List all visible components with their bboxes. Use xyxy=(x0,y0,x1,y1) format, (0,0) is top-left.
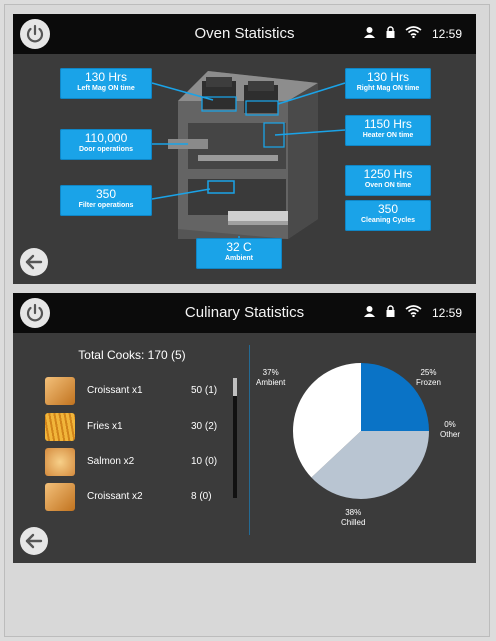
culinary-statistics-panel: Culinary Statistics 12:59 Total Cooks: 1… xyxy=(13,293,476,563)
right-mag-label: Right Mag ON time xyxy=(356,85,420,92)
cleaning-cycles-label: Cleaning Cycles xyxy=(360,217,416,224)
salmon-thumbnail xyxy=(45,448,75,476)
filter-operations-value: 350 xyxy=(95,187,117,201)
frozen-category: Frozen xyxy=(416,378,441,387)
pie-label-frozen: 25% Frozen xyxy=(416,368,441,388)
clock: 12:59 xyxy=(431,305,462,320)
frozen-percent: 25% xyxy=(420,368,437,377)
ambient-category: Ambient xyxy=(256,378,286,387)
other-percent: 0% xyxy=(444,420,456,429)
item-name: Croissant x2 xyxy=(87,491,143,502)
pie-label-chilled: 38% Chilled xyxy=(341,508,365,528)
other-category: Other xyxy=(440,430,461,439)
left-mag-value: 130 Hrs xyxy=(84,70,128,84)
ambient-label: Ambient xyxy=(225,255,253,262)
right-mag-stat: 130 Hrs Right Mag ON time xyxy=(345,68,431,99)
ambient-stat: 32 C Ambient xyxy=(196,238,282,269)
heater-label: Heater ON time xyxy=(362,132,414,139)
croissant-thumbnail xyxy=(45,377,75,405)
list-item[interactable]: Salmon x2 10 (0) xyxy=(45,448,235,478)
lock-icon xyxy=(386,305,395,320)
scrollbar[interactable] xyxy=(233,378,237,498)
list-item[interactable]: Fries x1 30 (2) xyxy=(45,413,235,443)
croissant-thumbnail xyxy=(45,483,75,511)
heater-stat: 1150 Hrs Heater ON time xyxy=(345,115,431,146)
item-count: 10 (0) xyxy=(191,456,218,467)
chilled-category: Chilled xyxy=(341,518,366,527)
ambient-percent: 37% xyxy=(262,368,279,377)
status-bar: 12:59 xyxy=(363,305,462,320)
item-name: Croissant x1 xyxy=(87,385,143,396)
oven-on-stat: 1250 Hrs Oven ON time xyxy=(345,165,431,196)
list-item[interactable]: Croissant x2 8 (0) xyxy=(45,483,235,513)
item-count: 30 (2) xyxy=(191,421,218,432)
door-operations-stat: 110,000 Door operations xyxy=(60,129,152,160)
fries-thumbnail xyxy=(45,413,75,441)
filter-operations-stat: 350 Filter operations xyxy=(60,185,152,216)
wifi-icon xyxy=(405,305,422,320)
list-item[interactable]: Croissant x1 50 (1) xyxy=(45,377,235,407)
oven-statistics-panel: Oven Statistics 12:59 130 Hrs Left Mag O… xyxy=(13,14,476,284)
pie-label-ambient: 37% Ambient xyxy=(256,368,285,388)
oven-on-label: Oven ON time xyxy=(364,182,412,189)
filter-operations-label: Filter operations xyxy=(78,202,134,209)
user-icon xyxy=(363,305,376,320)
back-button[interactable] xyxy=(20,527,48,555)
scrollbar-thumb[interactable] xyxy=(233,378,237,396)
left-mag-stat: 130 Hrs Left Mag ON time xyxy=(60,68,152,99)
oven-on-value: 1250 Hrs xyxy=(363,167,413,181)
top-bar: Culinary Statistics 12:59 xyxy=(13,293,476,333)
pie-label-other: 0% Other xyxy=(440,420,460,440)
item-count: 50 (1) xyxy=(191,385,218,396)
left-mag-label: Left Mag ON time xyxy=(77,85,135,92)
door-operations-label: Door operations xyxy=(78,146,134,153)
back-arrow-icon xyxy=(25,254,43,270)
cleaning-cycles-value: 350 xyxy=(377,202,399,216)
divider xyxy=(249,345,250,535)
back-arrow-icon xyxy=(25,533,43,549)
chilled-percent: 38% xyxy=(345,508,362,517)
right-mag-value: 130 Hrs xyxy=(366,70,410,84)
total-cooks: Total Cooks: 170 (5) xyxy=(78,348,186,362)
cleaning-cycles-stat: 350 Cleaning Cycles xyxy=(345,200,431,231)
heater-value: 1150 Hrs xyxy=(364,117,412,131)
item-name: Salmon x2 xyxy=(87,456,135,467)
back-button[interactable] xyxy=(20,248,48,276)
ambient-value: 32 C xyxy=(226,240,252,254)
item-name: Fries x1 xyxy=(87,421,123,432)
door-operations-value: 110,000 xyxy=(84,131,128,145)
item-count: 8 (0) xyxy=(191,491,212,502)
category-pie-chart xyxy=(293,363,429,499)
